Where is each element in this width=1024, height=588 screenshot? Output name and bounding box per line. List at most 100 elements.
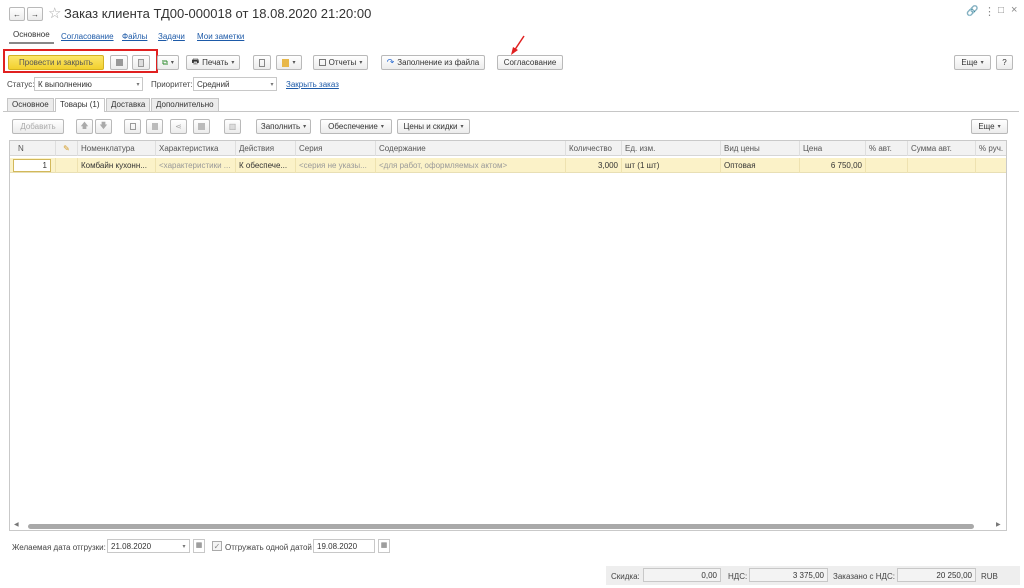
col-header-manual-percent[interactable]: % руч. [975,141,1006,156]
col-header-unit[interactable]: Ед. изм. [621,141,720,156]
cell-auto-sum[interactable] [907,158,975,173]
cell-characteristic[interactable]: <характеристики ... [155,158,235,173]
help-label: ? [1002,58,1007,67]
ship-one-date-field[interactable]: 19.08.2020 [313,539,375,553]
scroll-left-icon[interactable]: ◀ [14,521,19,528]
close-order-link[interactable]: Закрыть заказ [286,80,339,89]
barcode-button[interactable]: ▥ [224,119,241,134]
chevron-down-icon: ▾ [997,124,1001,130]
scroll-right-icon[interactable]: ▶ [996,521,1001,528]
forward-button[interactable]: → [27,7,43,21]
document-icon [138,58,144,67]
nav-tab-approval[interactable]: Согласование [61,32,114,41]
col-header-quantity[interactable]: Количество [565,141,621,156]
more-button[interactable]: Еще ▾ [954,55,991,70]
nav-tab-files[interactable]: Файлы [122,32,147,41]
move-up-button[interactable]: 🡅 [76,119,93,134]
add-button[interactable]: Добавить [12,119,64,134]
chevron-down-icon[interactable]: ▾ [267,77,277,91]
col-header-auto-sum[interactable]: Сумма авт. [907,141,975,156]
move-down-button[interactable]: 🡇 [95,119,112,134]
goods-table[interactable]: N ✎ Номенклатура Характеристика Действия… [9,140,1007,531]
select-button[interactable] [193,119,210,134]
chevron-down-icon[interactable]: ▾ [179,539,189,553]
maximize-icon[interactable]: □ [998,5,1004,16]
inner-tab-delivery-label: Доставка [111,100,146,109]
close-icon[interactable]: × [1011,4,1017,16]
chevron-down-icon: ▾ [980,60,984,66]
print-button[interactable]: 🖶 Печать ▾ [186,55,240,70]
arrow-up-icon: 🡅 [80,120,89,130]
cell-quantity[interactable]: 3,000 [565,158,621,173]
back-button[interactable]: ← [9,7,25,21]
cell-manual-percent[interactable] [975,158,1006,173]
nav-tab-tasks[interactable]: Задачи [158,32,185,41]
prices-discounts-button[interactable]: Цены и скидки ▾ [397,119,470,134]
col-header-series[interactable]: Серия [295,141,375,156]
structure-button[interactable] [253,55,271,70]
select-icon [198,123,205,130]
fill-button[interactable]: Заполнить ▾ [256,119,311,134]
supply-button[interactable]: Обеспечение ▾ [320,119,392,134]
cell-price-type[interactable]: Оптовая [720,158,799,173]
copy-button[interactable] [124,119,141,134]
fill-label: Заполнить [260,122,301,131]
supply-label: Обеспечение [328,122,378,131]
cell-content[interactable]: <для работ, оформляемых актом> [375,158,565,173]
annotation-arrow-icon [511,35,525,55]
col-header-n[interactable]: N [10,141,55,156]
col-header-icon[interactable]: ✎ [55,141,77,156]
horizontal-scrollbar[interactable]: ◀ ▶ [14,521,1004,530]
desired-date-field[interactable]: 21.08.2020 [107,539,190,553]
scrollbar-thumb[interactable] [28,524,974,529]
attachments-button[interactable]: ▾ [276,55,302,70]
row-number-box: 1 [13,159,51,172]
post-button[interactable] [132,55,150,70]
col-header-nomenclature[interactable]: Номенклатура [77,141,155,156]
link-icon[interactable]: 🔗 [966,6,978,17]
col-header-price[interactable]: Цена [799,141,865,156]
inner-tab-additional[interactable]: Дополнительно [151,98,219,111]
ship-one-date-checkbox[interactable]: ✓ [212,541,222,551]
help-button[interactable]: ? [996,55,1013,70]
status-select[interactable]: К выполнению [34,77,143,91]
report-icon [318,59,326,66]
cell-auto-percent[interactable] [865,158,907,173]
inner-tab-delivery[interactable]: Доставка [106,98,151,111]
col-header-actions[interactable]: Действия [235,141,295,156]
calendar-button[interactable]: ▦ [193,539,205,553]
create-based-on-button[interactable]: ⧉ ▾ [157,55,179,70]
approval-button[interactable]: Согласование [497,55,563,70]
cell-series[interactable]: <серия не указы... [295,158,375,173]
paste-button[interactable] [146,119,163,134]
nav-tab-main[interactable]: Основное [9,28,54,44]
nav-tab-notes[interactable]: Мои заметки [197,32,244,41]
inner-tab-main[interactable]: Основное [7,98,54,111]
priority-select[interactable]: Средний [193,77,277,91]
table-more-button[interactable]: Еще ▾ [971,119,1008,134]
cell-actions[interactable]: К обеспече... [235,158,295,173]
ordered-with-vat-field: 20 250,00 [897,568,976,582]
inner-tab-goods[interactable]: Товары (1) [55,98,105,112]
calendar-button[interactable]: ▦ [378,539,390,553]
col-header-characteristic[interactable]: Характеристика [155,141,235,156]
col-header-price-type[interactable]: Вид цены [720,141,799,156]
chevron-down-icon[interactable]: ▾ [133,77,143,91]
split-button[interactable]: ⋖ [170,119,187,134]
cell-n[interactable]: 1 [10,158,55,173]
col-header-auto-percent[interactable]: % авт. [865,141,907,156]
cell-price[interactable]: 6 750,00 [799,158,865,173]
col-header-content[interactable]: Содержание [375,141,565,156]
cell-nomenclature[interactable]: Комбайн кухонн... [77,158,155,173]
menu-dots-icon[interactable]: ⋮ [984,5,995,18]
save-button[interactable] [110,55,128,70]
favorite-star-icon[interactable]: ☆ [48,4,61,22]
table-row[interactable]: 1 Комбайн кухонн... <характеристики ... … [10,158,1006,173]
post-and-close-label: Провести и закрыть [19,58,93,67]
reports-button[interactable]: Отчеты ▾ [313,55,368,70]
cell-unit[interactable]: шт (1 шт) [621,158,720,173]
checkmark-icon: ✓ [213,542,221,551]
fill-from-file-button[interactable]: ↷ Заполнение из файла [381,55,485,70]
post-and-close-button[interactable]: Провести и закрыть [8,55,104,70]
ship-one-date-label: Отгружать одной датой [225,543,312,552]
